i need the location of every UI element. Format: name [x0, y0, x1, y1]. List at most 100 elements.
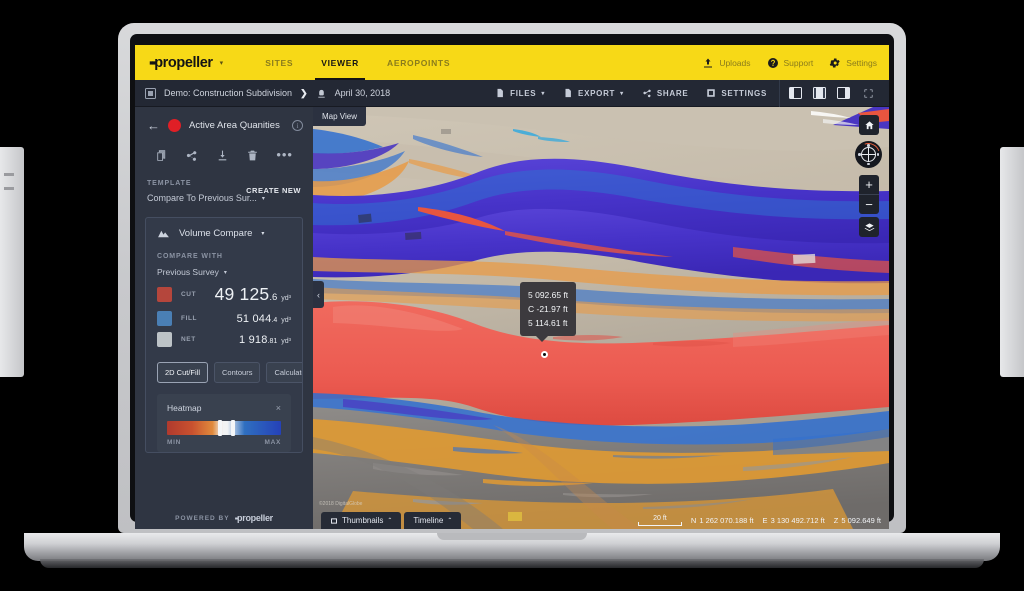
- viewer-toolbar: Demo: Construction Subdivision ❯ April 3…: [135, 79, 889, 107]
- upload-icon: [702, 57, 714, 69]
- fullscreen-icon[interactable]: [855, 80, 881, 107]
- home-icon[interactable]: [859, 115, 879, 135]
- volume-compare-header[interactable]: Volume Compare ▾: [146, 218, 302, 249]
- thumbnails-label: Thumbnails: [342, 516, 384, 525]
- back-arrow-icon[interactable]: ←: [147, 119, 160, 132]
- brand-chevron-down-icon[interactable]: ▾: [220, 59, 224, 67]
- laptop-foot: [40, 559, 984, 568]
- coord-east: E3 130 492.712 ft: [763, 516, 825, 525]
- zoom-out-icon[interactable]: −: [859, 195, 879, 214]
- breadcrumb-chevron-icon: ❯: [300, 87, 308, 98]
- chevron-down-icon: ▾: [223, 269, 227, 276]
- create-new-button[interactable]: CREATE NEW: [246, 186, 301, 195]
- scale-bar-graphic: [637, 522, 682, 526]
- heatmap-panel: Heatmap × MIN MAX: [157, 394, 291, 452]
- heatmap-handle-min[interactable]: [218, 420, 223, 436]
- share-button[interactable]: SHARE: [633, 80, 698, 107]
- map-viewport[interactable]: Map View ‹ + − 5 092.65 ft C -21.97 ft 5…: [313, 107, 889, 529]
- panel-split-icon[interactable]: [807, 80, 831, 107]
- compare-with-value: Previous Survey: [157, 267, 219, 277]
- coord-north: N1 262 070.188 ft: [691, 516, 754, 525]
- elevation-tooltip: 5 092.65 ft C -21.97 ft 5 114.61 ft: [520, 282, 577, 342]
- metric-fill: FILL 51 044 .4 yd³: [146, 308, 302, 329]
- zoom-in-icon[interactable]: +: [859, 175, 879, 194]
- calculator-button[interactable]: Calculator: [266, 362, 302, 383]
- mountain-icon: [157, 229, 170, 238]
- breadcrumb-site[interactable]: Demo: Construction Subdivision: [164, 88, 292, 98]
- delete-icon[interactable]: [246, 149, 259, 162]
- metric-fill-value: 51 044: [236, 312, 272, 325]
- topnav-tabs: SITES VIEWER AEROPOINTS: [251, 45, 464, 80]
- panel-right-icon[interactable]: [831, 80, 855, 107]
- map-view-tab[interactable]: Map View: [313, 107, 366, 126]
- brand-name: propeller: [154, 54, 213, 71]
- brand-logo[interactable]: ▪▪propeller ▾: [135, 55, 223, 71]
- support-button[interactable]: Support: [767, 57, 813, 69]
- download-icon[interactable]: [216, 149, 229, 162]
- copy-icon[interactable]: [155, 149, 168, 162]
- chevron-up-icon: ⌃: [447, 518, 453, 524]
- compass-icon[interactable]: [853, 139, 884, 170]
- heatmap-handle-max[interactable]: [230, 420, 235, 436]
- chevron-down-icon: ▾: [261, 231, 265, 237]
- powered-by-footer: POWERED BY ▪▪propeller: [135, 507, 313, 529]
- viewer-settings-button[interactable]: SETTINGS: [697, 80, 776, 107]
- files-button[interactable]: FILES ▾: [486, 80, 554, 107]
- uploads-label: Uploads: [719, 57, 751, 68]
- thumbnails-tab[interactable]: Thumbnails ⌃: [321, 512, 402, 529]
- map-bottom-bar: Thumbnails ⌃ Timeline ⌃ 20 ft N1 262 070…: [313, 512, 889, 529]
- tab-aeropoints[interactable]: AEROPOINTS: [373, 45, 464, 80]
- sidebar-header: ← Active Area Quanities i: [135, 107, 313, 132]
- settings-button[interactable]: Settings: [829, 57, 877, 69]
- gear-icon: [829, 57, 841, 69]
- tab-sites[interactable]: SITES: [251, 45, 307, 80]
- measurement-point-marker[interactable]: [541, 351, 548, 358]
- export-label: EXPORT: [578, 88, 616, 98]
- timeline-tab[interactable]: Timeline ⌃: [404, 512, 462, 529]
- 2d-cutfill-button[interactable]: 2D Cut/Fill: [157, 362, 209, 383]
- info-icon[interactable]: i: [292, 120, 303, 131]
- metric-fill-unit: yd³: [281, 316, 291, 324]
- settings-square-icon: [707, 89, 716, 97]
- card-button-row: 2D Cut/Fill Contours Calculator: [146, 350, 302, 383]
- tooltip-line-2: C -21.97 ft: [528, 304, 568, 314]
- toolbar-actions: FILES ▾ EXPORT ▾ SHARE SETTINGS: [486, 79, 889, 107]
- compare-with-select[interactable]: Previous Survey ▾: [146, 260, 302, 281]
- metric-cut-decimal: .6: [269, 292, 278, 303]
- close-icon[interactable]: ×: [276, 403, 281, 413]
- help-circle-icon: [767, 57, 779, 69]
- powered-by-label: POWERED BY: [175, 514, 230, 522]
- viewer-settings-label: SETTINGS: [721, 88, 767, 98]
- heatmap-title: Heatmap: [167, 403, 202, 413]
- sidebar-action-row: •••: [135, 132, 313, 164]
- export-icon: [565, 88, 571, 98]
- heatmap-gradient-slider[interactable]: [167, 420, 281, 436]
- template-row: TEMPLATE Compare To Previous Sur... ▾ CR…: [135, 164, 313, 203]
- layers-icon[interactable]: [859, 217, 879, 237]
- drone-icon: [316, 88, 327, 99]
- tooltip-line-3: 5 114.61 ft: [528, 318, 568, 328]
- share-icon[interactable]: [185, 149, 198, 162]
- breadcrumb: Demo: Construction Subdivision ❯ April 3…: [135, 87, 391, 99]
- laptop-right-port-panel: [1000, 147, 1024, 377]
- uploads-button[interactable]: Uploads: [702, 57, 751, 69]
- topnav-right-actions: Uploads Support Settings: [702, 57, 889, 69]
- template-value: Compare To Previous Sur...: [147, 193, 257, 203]
- zoom-controls[interactable]: + −: [859, 175, 879, 214]
- breadcrumb-date[interactable]: April 30, 2018: [335, 88, 391, 98]
- metric-cut-value: 49 125: [214, 284, 270, 304]
- sidebar-collapse-handle[interactable]: ‹: [313, 281, 324, 308]
- layer-color-dot[interactable]: [168, 119, 181, 132]
- tab-viewer[interactable]: VIEWER: [307, 45, 373, 80]
- metric-net-unit: yd³: [281, 337, 291, 345]
- files-chevron-down-icon: ▾: [541, 90, 546, 97]
- heatmap-min-label: MIN: [167, 439, 182, 446]
- panel-left-icon[interactable]: [783, 80, 807, 107]
- metric-net-decimal: .81: [267, 337, 278, 345]
- timeline-label: Timeline: [413, 516, 444, 525]
- metric-cut: CUT 49 125 .6 yd³: [146, 281, 302, 308]
- export-button[interactable]: EXPORT ▾: [554, 80, 633, 107]
- contours-button[interactable]: Contours: [214, 362, 261, 383]
- coord-north-axis: N: [690, 516, 697, 525]
- more-icon[interactable]: •••: [276, 146, 293, 164]
